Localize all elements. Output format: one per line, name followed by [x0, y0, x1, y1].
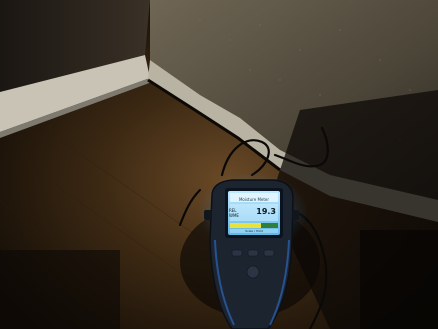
yellow-level-bar	[230, 223, 261, 228]
green-level-bar	[261, 223, 278, 228]
moisture-reading-value: 19.3	[256, 207, 276, 216]
screen-header-text: Moisture Meter	[238, 197, 270, 202]
right-connector	[292, 210, 299, 220]
left-connector	[204, 210, 212, 220]
reading-label: REL WME	[229, 208, 239, 218]
photo-scene: Moisture Meter REL WME 19.3 Scale / Hold	[0, 0, 438, 329]
screen-footer-text: Scale / Hold	[245, 229, 263, 233]
photo-illustration	[0, 0, 438, 329]
